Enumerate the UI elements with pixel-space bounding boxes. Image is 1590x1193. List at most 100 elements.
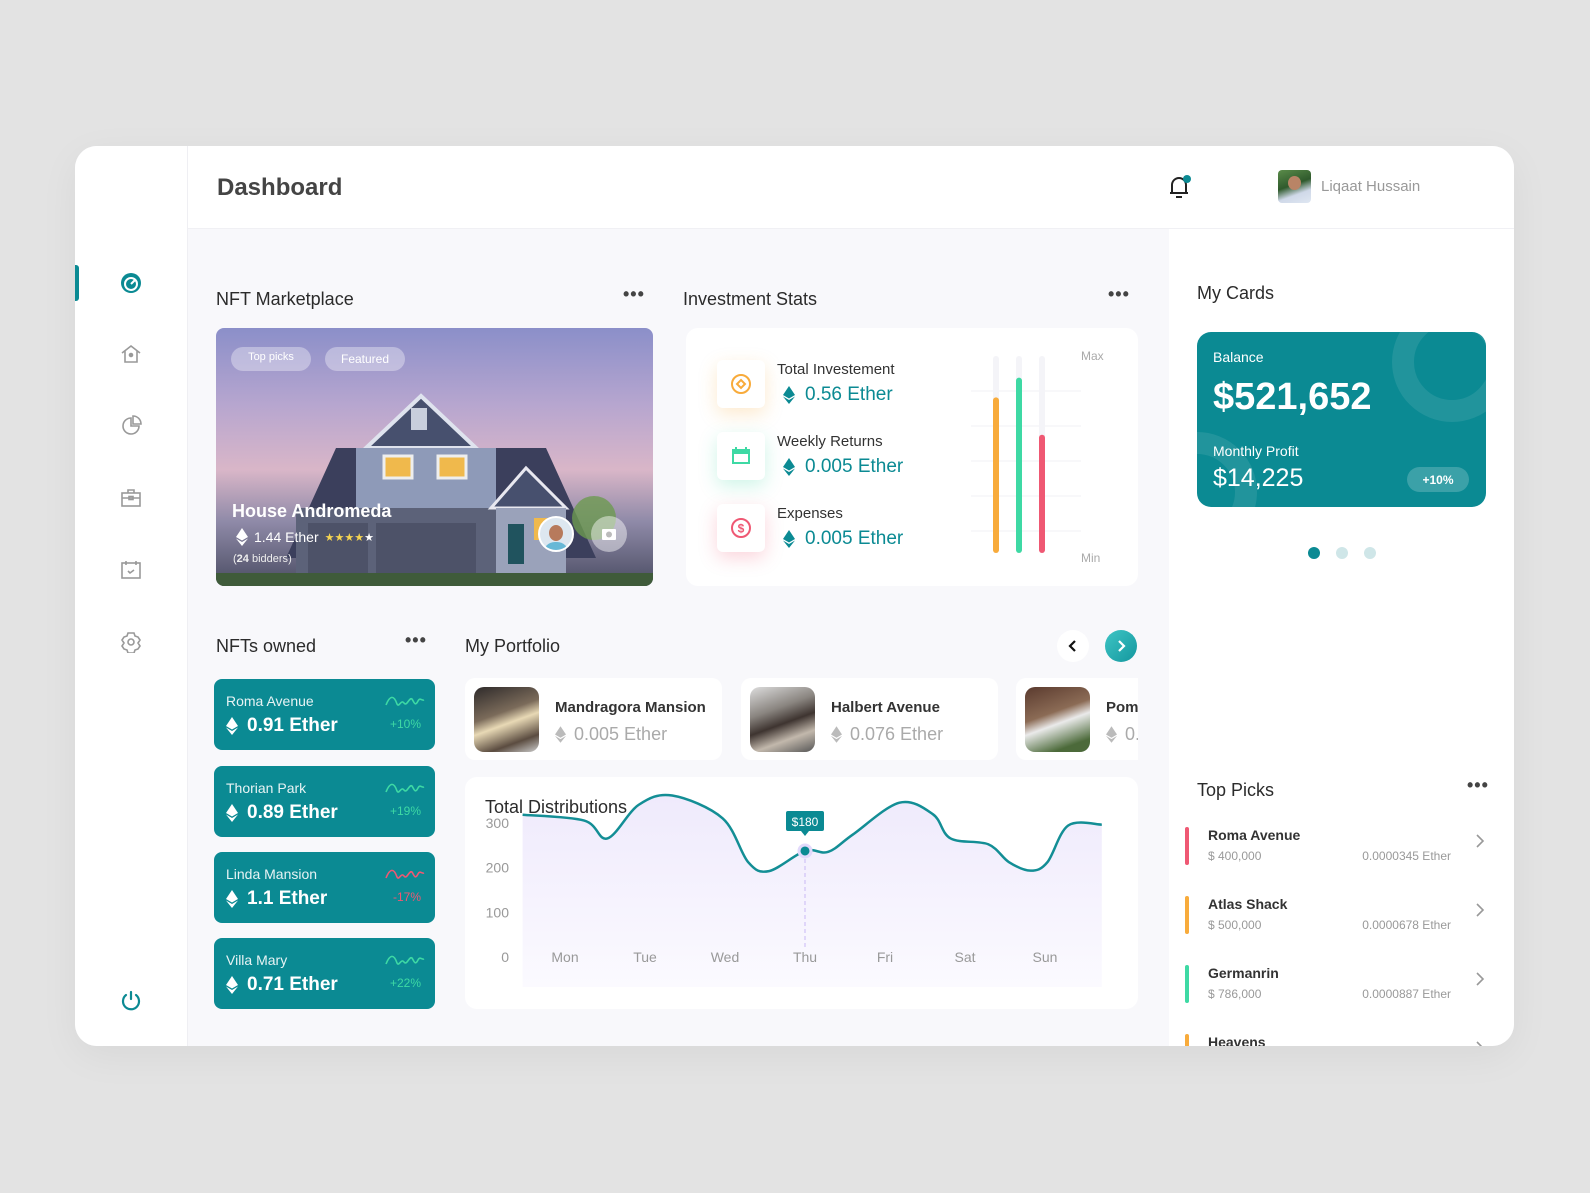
- top-pick-item[interactable]: Heavens $ 667,000 0.0000761 Ether: [1185, 1034, 1485, 1046]
- speedometer-icon: [121, 273, 141, 293]
- profit-label: Monthly Profit: [1213, 443, 1299, 459]
- gear-icon: [121, 632, 141, 653]
- property-thumbnail: [474, 687, 539, 752]
- active-indicator: [75, 265, 79, 301]
- investment-bar: [993, 397, 999, 553]
- nft-name: House Andromeda: [232, 501, 392, 521]
- chevron-right-icon[interactable]: [1475, 1040, 1485, 1046]
- y-tick-label: 200: [486, 860, 510, 876]
- ethereum-icon: [236, 528, 248, 546]
- x-tick-label: Fri: [877, 949, 893, 965]
- profit-value: $14,225: [1213, 464, 1304, 492]
- sidebar-item-portfolio[interactable]: [116, 483, 146, 513]
- portfolio-next-button[interactable]: [1105, 630, 1137, 662]
- bidders-count: (24 bidders): [233, 553, 292, 565]
- balance-card[interactable]: Balance $521,652 Monthly Profit $14,225 …: [1197, 332, 1486, 507]
- ethereum-icon: [831, 726, 842, 743]
- chevron-right-icon[interactable]: [1475, 971, 1485, 987]
- property-value: 0.0 Ether: [1106, 724, 1138, 745]
- distributions-card: Total Distributions 0 100 200 300 Mon Tue Wed T…: [465, 777, 1138, 1009]
- x-tick-label: Wed: [711, 949, 740, 965]
- briefcase-icon: [121, 489, 141, 507]
- sidebar-item-analytics[interactable]: [116, 411, 146, 441]
- user-avatar[interactable]: [1278, 170, 1311, 203]
- stat-value: 0.005 Ether: [783, 528, 903, 550]
- chevron-right-icon[interactable]: [1475, 833, 1485, 849]
- top-pick-item[interactable]: Roma Avenue $ 400,000 0.0000345 Ether: [1185, 827, 1485, 887]
- property-name: Mandragora Mansion: [555, 699, 706, 716]
- nft-owned-name: Thorian Park: [226, 780, 307, 796]
- ethereum-icon: [226, 717, 238, 735]
- featured-nft-card[interactable]: Top picks Featured House Andromeda 1.44 …: [216, 328, 653, 586]
- top-picks-more-button[interactable]: •••: [1467, 775, 1489, 796]
- sidebar-item-calendar[interactable]: [116, 555, 146, 585]
- top-pick-color-bar: [1185, 1034, 1189, 1046]
- top-pick-ether: 0.0000678 Ether: [1362, 918, 1451, 932]
- notifications-button[interactable]: [1167, 173, 1193, 206]
- my-cards-title: My Cards: [1197, 283, 1275, 303]
- owner-avatar[interactable]: [538, 516, 574, 552]
- dollar-icon: $: [731, 518, 751, 538]
- portfolio-title: My Portfolio: [465, 636, 561, 656]
- balance-label: Balance: [1213, 349, 1264, 365]
- nft-owned-card[interactable]: Linda Mansion 1.1 Ether -17%: [214, 852, 435, 923]
- nft-owned-name: Linda Mansion: [226, 866, 318, 882]
- ethereum-icon: [226, 890, 238, 908]
- top-pick-price: $ 500,000: [1208, 918, 1262, 932]
- card-dot-1[interactable]: [1308, 547, 1320, 559]
- investment-stats-more-button[interactable]: •••: [1108, 284, 1130, 305]
- portfolio-item[interactable]: Halbert Avenue 0.076 Ether: [741, 678, 998, 760]
- chevron-right-icon[interactable]: [1475, 902, 1485, 918]
- tag-top-picks[interactable]: Top picks: [231, 347, 311, 371]
- ethereum-icon: [783, 386, 795, 404]
- ethereum-icon: [226, 976, 238, 994]
- nft-owned-card[interactable]: Roma Avenue 0.91 Ether +10%: [214, 679, 435, 750]
- nft-owned-value: 0.89 Ether: [226, 802, 338, 824]
- stat-value: 0.56 Ether: [783, 384, 893, 406]
- stat-icon-wrap: [717, 360, 765, 408]
- stat-label: Expenses: [777, 505, 843, 522]
- stat-icon-wrap: $: [717, 504, 765, 552]
- sidebar-item-dashboard[interactable]: [116, 268, 146, 298]
- portfolio-prev-button[interactable]: [1057, 630, 1089, 662]
- logout-button[interactable]: [116, 986, 146, 1016]
- x-tick-label: Tue: [633, 949, 657, 965]
- stat-icon-wrap: [717, 432, 765, 480]
- nfts-owned-more-button[interactable]: •••: [405, 630, 427, 651]
- tag-featured[interactable]: Featured: [325, 347, 405, 371]
- card-dot-3[interactable]: [1364, 547, 1376, 559]
- chevron-right-icon: [1118, 640, 1126, 652]
- nft-marketplace-title: NFT Marketplace: [216, 289, 354, 309]
- property-thumbnail: [1025, 687, 1090, 752]
- nft-owned-name: Villa Mary: [226, 952, 288, 968]
- bell-icon: [1170, 175, 1191, 198]
- portfolio-item[interactable]: Mandragora Mansion 0.005 Ether: [465, 678, 722, 760]
- nft-owned-card[interactable]: Villa Mary 0.71 Ether +22%: [214, 938, 435, 1009]
- top-pick-ether: 0.0000345 Ether: [1362, 849, 1451, 863]
- max-label: Max: [1081, 349, 1104, 363]
- nft-owned-card[interactable]: Thorian Park 0.89 Ether +19%: [214, 766, 435, 837]
- top-pick-item[interactable]: Atlas Shack $ 500,000 0.0000678 Ether: [1185, 896, 1485, 956]
- user-name[interactable]: Liqaat Hussain: [1321, 178, 1420, 195]
- sparkline-icon: [385, 783, 425, 793]
- portfolio-item[interactable]: Pomona 0.0 Ether: [1016, 678, 1138, 760]
- top-pick-price: $ 400,000: [1208, 849, 1262, 863]
- top-pick-color-bar: [1185, 965, 1189, 1003]
- sidebar-item-settings[interactable]: [116, 627, 146, 657]
- nft-owned-value: 0.71 Ether: [226, 974, 338, 996]
- top-pick-item[interactable]: Germanrin $ 786,000 0.0000887 Ether: [1185, 965, 1485, 1025]
- investment-bar: [1039, 434, 1045, 553]
- top-pick-color-bar: [1185, 827, 1189, 865]
- sidebar-item-home[interactable]: [116, 339, 146, 369]
- coin-icon: [731, 374, 751, 394]
- investment-bar-chart: [971, 356, 1081, 553]
- top-pick-color-bar: [1185, 896, 1189, 934]
- rating-stars: ★★★★★: [324, 531, 374, 544]
- nft-marketplace-more-button[interactable]: •••: [623, 284, 645, 305]
- nft-owned-value: 0.91 Ether: [226, 715, 338, 737]
- card-dot-2[interactable]: [1336, 547, 1348, 559]
- nft-owned-change: +22%: [389, 976, 421, 990]
- nft-owned-change: +10%: [389, 717, 421, 731]
- camera-button[interactable]: [591, 516, 627, 552]
- property-value: 0.005 Ether: [555, 724, 667, 745]
